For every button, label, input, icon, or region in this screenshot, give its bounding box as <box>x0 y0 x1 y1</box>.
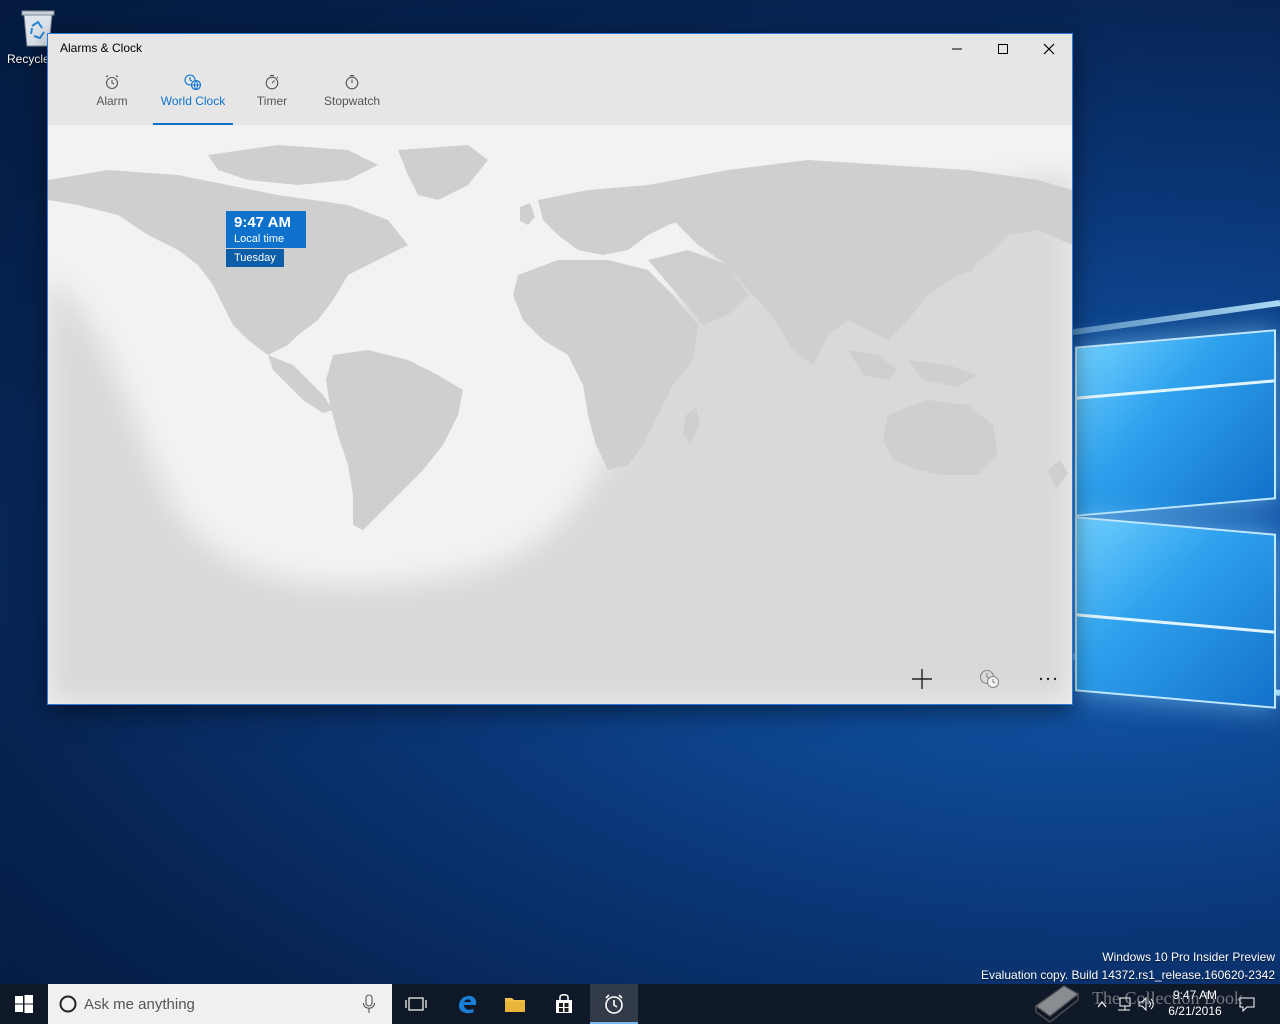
file-explorer-icon <box>505 998 525 1012</box>
world-clock-icon <box>153 64 233 90</box>
tab-label: Alarm <box>96 94 128 108</box>
title-bar[interactable]: Alarms & Clock <box>48 34 1072 64</box>
local-time-value: 9:47 AM <box>234 214 291 231</box>
windows-logo-wallpaper <box>1073 320 1280 710</box>
build-watermark-line1: Windows 10 Pro Insider Preview <box>1102 950 1275 964</box>
stopwatch-icon <box>324 64 380 90</box>
tab-alarm[interactable]: Alarm <box>92 64 132 125</box>
cortana-search-box[interactable]: Ask me anything <box>48 984 392 1024</box>
task-view-button[interactable] <box>392 984 440 1024</box>
local-time-label: Local time <box>234 233 285 245</box>
tab-stopwatch[interactable]: Stopwatch <box>324 64 380 125</box>
task-view-icon <box>405 997 427 1011</box>
close-button[interactable] <box>1026 34 1072 64</box>
more-icon <box>1039 677 1057 681</box>
alarm-clock-icon <box>92 64 132 90</box>
tab-bar: Alarm World Clock Timer Stopwatch <box>48 64 1072 125</box>
maximize-button[interactable] <box>980 34 1026 64</box>
local-day-label: Tuesday <box>226 249 284 267</box>
tab-label: Timer <box>256 94 288 108</box>
taskbar: Ask me anything 9:47 AM 6/21/2016 <box>0 984 1280 1024</box>
microphone-icon[interactable] <box>362 994 376 1014</box>
window-title: Alarms & Clock <box>60 41 143 55</box>
tab-timer[interactable]: Timer <box>256 64 288 125</box>
search-placeholder: Ask me anything <box>84 996 195 1013</box>
maximize-icon <box>998 44 1008 54</box>
start-button[interactable] <box>0 984 48 1024</box>
close-icon <box>1043 43 1055 55</box>
compare-clocks-button[interactable] <box>970 663 1010 695</box>
compare-clocks-icon <box>979 669 1000 689</box>
edge-icon <box>459 995 477 1014</box>
local-time-card[interactable]: 9:47 AM Local time Tuesday <box>226 211 306 267</box>
collection-book-watermark: The Collection Book <box>1092 988 1243 1008</box>
alarms-clock-taskbar-button[interactable] <box>590 984 638 1024</box>
build-watermark-line2: Evaluation copy. Build 14372.rs1_release… <box>981 968 1275 982</box>
edge-button[interactable] <box>443 984 491 1024</box>
tab-world-clock[interactable]: World Clock <box>153 64 233 125</box>
timer-icon <box>256 64 288 90</box>
alarms-clock-window: Alarms & Clock Alarm World Clock Timer S… <box>47 33 1073 705</box>
minimize-icon <box>952 48 962 50</box>
tab-label: Stopwatch <box>324 94 381 108</box>
store-icon <box>556 994 572 1013</box>
more-options-button[interactable] <box>1028 663 1068 695</box>
world-map[interactable]: 9:47 AM Local time Tuesday <box>48 125 1072 704</box>
alarms-clock-icon <box>605 994 623 1014</box>
add-clock-button[interactable] <box>902 663 942 695</box>
book-logo-icon <box>1030 972 1082 1024</box>
minimize-button[interactable] <box>934 34 980 64</box>
store-button[interactable] <box>540 984 588 1024</box>
file-explorer-button[interactable] <box>491 984 539 1024</box>
tab-label: World Clock <box>160 94 226 108</box>
cortana-icon <box>59 995 77 1013</box>
add-icon <box>912 669 932 689</box>
world-map-graphic <box>48 145 1072 704</box>
windows-start-icon <box>15 995 33 1013</box>
